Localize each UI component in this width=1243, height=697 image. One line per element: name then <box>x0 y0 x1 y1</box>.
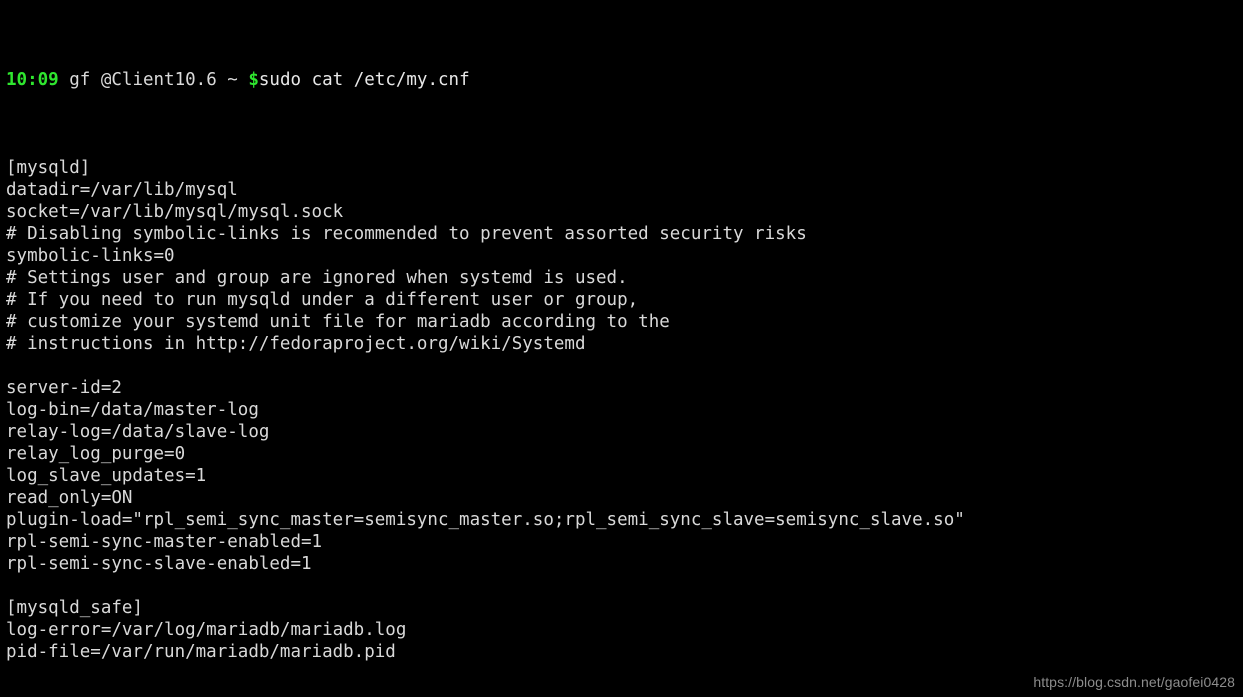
output-line: # If you need to run mysqld under a diff… <box>6 290 639 310</box>
output-line: symbolic-links=0 <box>6 246 175 266</box>
output-line: pid-file=/var/run/mariadb/mariadb.pid <box>6 642 396 662</box>
output-line: # instructions in http://fedoraproject.o… <box>6 334 586 354</box>
prompt-user-host: gf @Client10.6 ~ <box>58 70 249 90</box>
output-line: # customize your systemd unit file for m… <box>6 312 670 332</box>
output-line: log-error=/var/log/mariadb/mariadb.log <box>6 620 407 640</box>
output-line: [mysqld_safe] <box>6 598 143 618</box>
output-line: [mysqld] <box>6 158 91 178</box>
output-line: # Settings user and group are ignored wh… <box>6 268 628 288</box>
output-line: rpl-semi-sync-slave-enabled=1 <box>6 554 312 574</box>
output-line: datadir=/var/lib/mysql <box>6 180 238 200</box>
prompt-timestamp: 10:09 <box>6 70 59 90</box>
output-line: log_slave_updates=1 <box>6 466 207 486</box>
terminal-window[interactable]: 10:09 gf @Client10.6 ~ $sudo cat /etc/my… <box>0 0 1243 697</box>
output-line: rpl-semi-sync-master-enabled=1 <box>6 532 323 552</box>
prompt-dollar-sigil: $ <box>248 70 259 90</box>
command-output: [mysqld] datadir=/var/lib/mysql socket=/va… <box>6 157 1243 697</box>
output-line: plugin-load="rpl_semi_sync_master=semisy… <box>6 510 965 530</box>
output-line: relay_log_purge=0 <box>6 444 186 464</box>
output-line: log-bin=/data/master-log <box>6 400 259 420</box>
output-line: server-id=2 <box>6 378 122 398</box>
terminal-screen[interactable]: 10:09 gf @Client10.6 ~ $sudo cat /etc/my… <box>6 3 1243 697</box>
prompt-line-top: 10:09 gf @Client10.6 ~ $sudo cat /etc/my… <box>6 69 1243 91</box>
output-line: relay-log=/data/slave-log <box>6 422 270 442</box>
output-line: read_only=ON <box>6 488 133 508</box>
watermark-url: https://blog.csdn.net/gaofei0428 <box>1033 674 1235 690</box>
output-line: # Disabling symbolic-links is recommende… <box>6 224 807 244</box>
output-line: socket=/var/lib/mysql/mysql.sock <box>6 202 344 222</box>
entered-command: sudo cat /etc/my.cnf <box>258 70 470 90</box>
